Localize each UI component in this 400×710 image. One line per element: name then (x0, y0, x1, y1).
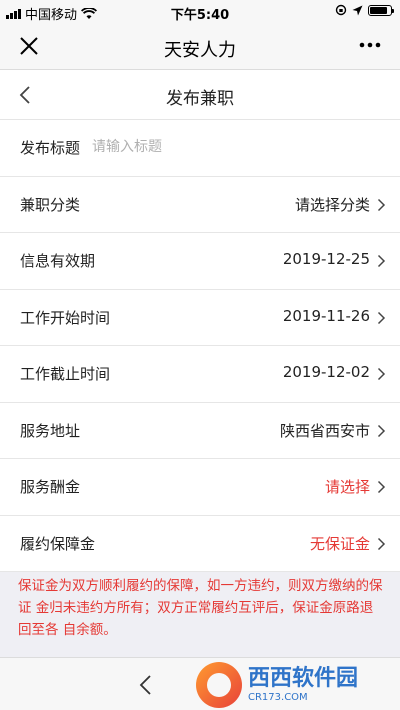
validity-value: 2019-12-25 (282, 250, 370, 268)
wechat-title: 天安人力 (164, 40, 236, 61)
watermark-text: 西西软件园 CR173.COM (248, 666, 358, 704)
chevron-right-icon (377, 537, 386, 550)
end-time-label: 工作截止时间 (20, 365, 111, 383)
chevron-right-icon (377, 480, 386, 494)
chevron-right-icon (377, 254, 386, 268)
title-input[interactable] (92, 134, 372, 160)
validity-row[interactable]: 信息有效期 2019-12-25 (0, 233, 400, 290)
deposit-notice: 保证金为双方顺利履约的保障，如一方违约，则双方缴纳的保证 金归未违约方所有；双方… (18, 578, 383, 638)
start-time-value: 2019-11-26 (282, 306, 370, 325)
validity-label: 信息有效期 (20, 252, 96, 270)
category-value: 请选择分类 (294, 195, 370, 214)
status-bar: 中国移动 下午5:40 (0, 0, 400, 24)
chevron-right-icon (377, 367, 386, 381)
category-row[interactable]: 兼职分类 请选择分类 (0, 176, 400, 233)
address-value: 陕西省西安市 (279, 421, 370, 440)
chevron-right-icon (377, 311, 386, 324)
start-time-label: 工作开始时间 (20, 308, 111, 327)
page-title: 发布兼职 (166, 89, 234, 109)
category-label: 兼职分类 (20, 195, 81, 214)
back-icon[interactable] (136, 674, 156, 696)
address-row[interactable]: 服务地址 陕西省西安市 (0, 402, 400, 459)
deposit-label: 履约保障金 (20, 534, 96, 553)
page-header: 发布兼职 (0, 70, 400, 120)
deposit-value: 无保证金 (309, 534, 370, 553)
end-time-row[interactable]: 工作截止时间 2019-12-02 (0, 346, 400, 403)
title-row: 发布标题 (0, 120, 400, 177)
rotation-lock-icon (335, 4, 347, 16)
fee-value: 请选择 (324, 478, 370, 496)
address-label: 服务地址 (20, 421, 81, 440)
wechat-nav-bar: 天安人力 (0, 24, 400, 70)
location-icon (352, 5, 363, 15)
start-time-row[interactable]: 工作开始时间 2019-11-26 (0, 289, 400, 346)
chevron-right-icon (377, 424, 386, 437)
watermark-main: 西西软件园 (248, 666, 359, 691)
end-time-value: 2019-12-02 (282, 363, 370, 381)
title-label: 发布标题 (20, 139, 81, 157)
watermark-sub: CR173.COM (248, 692, 308, 703)
watermark-logo-icon (196, 662, 242, 708)
fee-row[interactable]: 服务酬金 请选择 (0, 459, 400, 516)
more-icon[interactable] (358, 38, 382, 52)
battery-icon (368, 4, 394, 16)
fee-label: 服务酬金 (20, 478, 81, 496)
status-right (335, 4, 394, 16)
chevron-right-icon (377, 198, 386, 211)
publish-form: 发布标题 兼职分类 请选择分类 信息有效期 2019-12-25 工作开始时间 … (0, 120, 400, 572)
watermark: 西西软件园 CR173.COM (196, 661, 396, 709)
